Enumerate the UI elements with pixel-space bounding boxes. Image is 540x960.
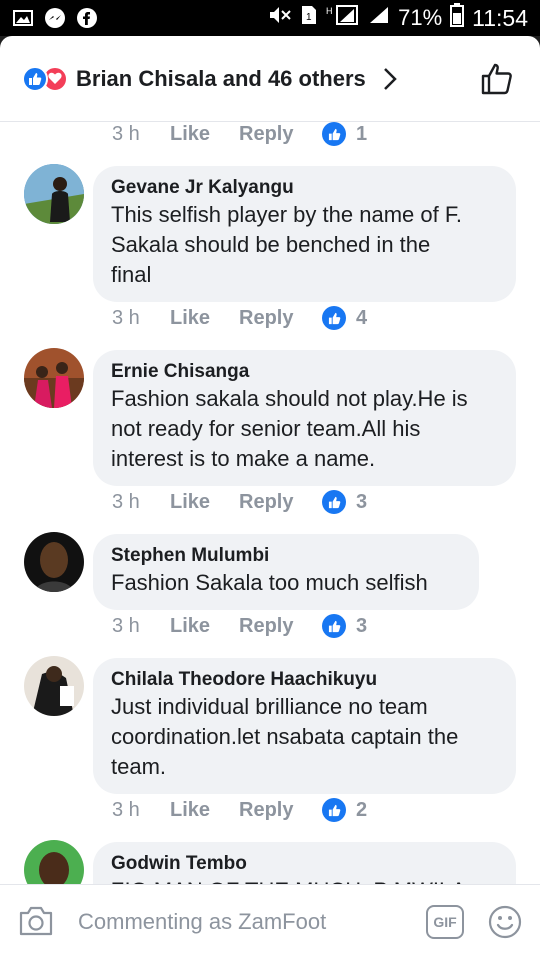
like-count-value: 3 bbox=[356, 490, 368, 513]
comment-text-line: team. bbox=[111, 754, 167, 779]
comment-bubble[interactable]: Ernie Chisanga Fashion sakala should not… bbox=[93, 350, 516, 486]
reply-button[interactable]: Reply bbox=[239, 123, 322, 146]
comment-text-line: ZIG MAN OF THE MUCH, P MWILA bbox=[111, 876, 498, 884]
comment-bubble[interactable]: Chilala Theodore Haachikuyu Just individ… bbox=[93, 658, 516, 794]
battery-percent: 71% bbox=[398, 5, 443, 30]
comment-time: 3 h bbox=[112, 306, 140, 329]
sim-icon: 1 bbox=[300, 4, 318, 32]
like-button[interactable]: Like bbox=[170, 123, 239, 146]
signal-h-icon: H bbox=[326, 4, 360, 32]
reply-button[interactable]: Reply bbox=[239, 307, 322, 330]
avatar[interactable] bbox=[24, 840, 84, 884]
comment-text-line: final bbox=[111, 262, 152, 287]
comment-text-line: Fashion Sakala too much selfish bbox=[111, 570, 428, 595]
emoji-icon[interactable] bbox=[488, 905, 522, 939]
like-count[interactable]: 1 bbox=[322, 122, 367, 146]
like-count[interactable]: 3 bbox=[322, 614, 367, 638]
comments-sheet: Brian Chisala and 46 others 3 h Like Rep… bbox=[0, 36, 540, 960]
like-badge-icon bbox=[322, 798, 346, 822]
like-badge-icon bbox=[322, 490, 346, 514]
comment-time: 3 h bbox=[112, 490, 140, 513]
reactions-header[interactable]: Brian Chisala and 46 others bbox=[0, 36, 540, 122]
like-button[interactable]: Like bbox=[170, 491, 239, 514]
comment-text-line: not ready for senior team.All his bbox=[111, 416, 421, 441]
reply-button[interactable]: Reply bbox=[239, 799, 322, 822]
avatar[interactable] bbox=[24, 164, 84, 224]
commenter-name[interactable]: Godwin Tembo bbox=[111, 852, 498, 876]
like-badge-icon bbox=[322, 306, 346, 330]
facebook-notification-icon bbox=[76, 8, 98, 28]
reply-button[interactable]: Reply bbox=[239, 491, 322, 514]
comment-text-line: Just individual brilliance no team bbox=[111, 694, 428, 719]
comment-text-line: Sakala should be benched in the bbox=[111, 232, 431, 257]
like-count-value: 4 bbox=[356, 306, 368, 329]
commenter-name[interactable]: Gevane Jr Kalyangu bbox=[111, 176, 498, 200]
comment-input[interactable]: Commenting as ZamFoot bbox=[78, 909, 326, 935]
camera-icon[interactable] bbox=[18, 905, 54, 937]
comment-composer: Commenting as ZamFoot GIF bbox=[0, 884, 540, 960]
like-count-value: 3 bbox=[356, 614, 368, 637]
comment-bubble[interactable]: Gevane Jr Kalyangu This selfish player b… bbox=[93, 166, 516, 302]
chevron-right-icon[interactable] bbox=[380, 66, 400, 92]
comment-meta: 3 h Like Reply 3 bbox=[112, 490, 367, 514]
comment-time: 3 h bbox=[112, 614, 140, 637]
like-badge-icon bbox=[322, 614, 346, 638]
like-badge-icon bbox=[322, 122, 346, 146]
comment-text-line: Fashion sakala should not play.He is bbox=[111, 386, 468, 411]
like-count-value: 2 bbox=[356, 798, 368, 821]
commenter-name[interactable]: Ernie Chisanga bbox=[111, 360, 498, 384]
reply-button[interactable]: Reply bbox=[239, 615, 322, 638]
reactors-text[interactable]: Brian Chisala and 46 others bbox=[76, 66, 366, 92]
like-button[interactable]: Like bbox=[170, 615, 239, 638]
like-count[interactable]: 3 bbox=[322, 490, 367, 514]
like-button[interactable]: Like bbox=[170, 307, 239, 330]
comment-text-line: interest is to make a name. bbox=[111, 446, 376, 471]
thumbs-up-icon[interactable] bbox=[480, 62, 514, 96]
comment-time: 3 h bbox=[112, 798, 140, 821]
comment-meta: 3 h Like Reply 1 bbox=[112, 122, 367, 146]
avatar[interactable] bbox=[24, 656, 84, 716]
clock: 11:54 bbox=[472, 4, 528, 31]
avatar[interactable] bbox=[24, 532, 84, 592]
comment-meta: 3 h Like Reply 2 bbox=[112, 798, 367, 822]
like-count[interactable]: 4 bbox=[322, 306, 367, 330]
gallery-icon bbox=[12, 9, 34, 27]
signal-icon bbox=[368, 5, 390, 31]
gif-button[interactable]: GIF bbox=[426, 905, 464, 939]
comment-meta: 3 h Like Reply 4 bbox=[112, 306, 367, 330]
commenter-name[interactable]: Stephen Mulumbi bbox=[111, 544, 461, 568]
mute-icon bbox=[268, 5, 292, 31]
like-count[interactable]: 2 bbox=[322, 798, 367, 822]
comment-bubble[interactable]: Godwin Tembo ZIG MAN OF THE MUCH, P MWIL… bbox=[93, 842, 516, 884]
comment-text-line: This selfish player by the name of F. bbox=[111, 202, 462, 227]
battery-icon bbox=[450, 3, 465, 33]
like-count-value: 1 bbox=[356, 122, 368, 145]
status-bar: 1 H 71% 11:54 bbox=[0, 0, 540, 36]
commenter-name[interactable]: Chilala Theodore Haachikuyu bbox=[111, 668, 498, 692]
comment-time: 3 h bbox=[112, 122, 140, 145]
avatar[interactable] bbox=[24, 348, 84, 408]
comment-meta: 3 h Like Reply 3 bbox=[112, 614, 367, 638]
like-reaction-icon bbox=[22, 65, 48, 92]
svg-text:H: H bbox=[326, 6, 333, 16]
comments-list[interactable]: 3 h Like Reply 1 Gevane Jr Kalyangu This… bbox=[0, 122, 540, 884]
comment-bubble[interactable]: Stephen Mulumbi Fashion Sakala too much … bbox=[93, 534, 479, 610]
messenger-icon bbox=[44, 8, 66, 28]
svg-text:1: 1 bbox=[306, 12, 312, 23]
comment-text-line: coordination.let nsabata captain the bbox=[111, 724, 459, 749]
like-button[interactable]: Like bbox=[170, 799, 239, 822]
reaction-icons bbox=[22, 65, 68, 92]
